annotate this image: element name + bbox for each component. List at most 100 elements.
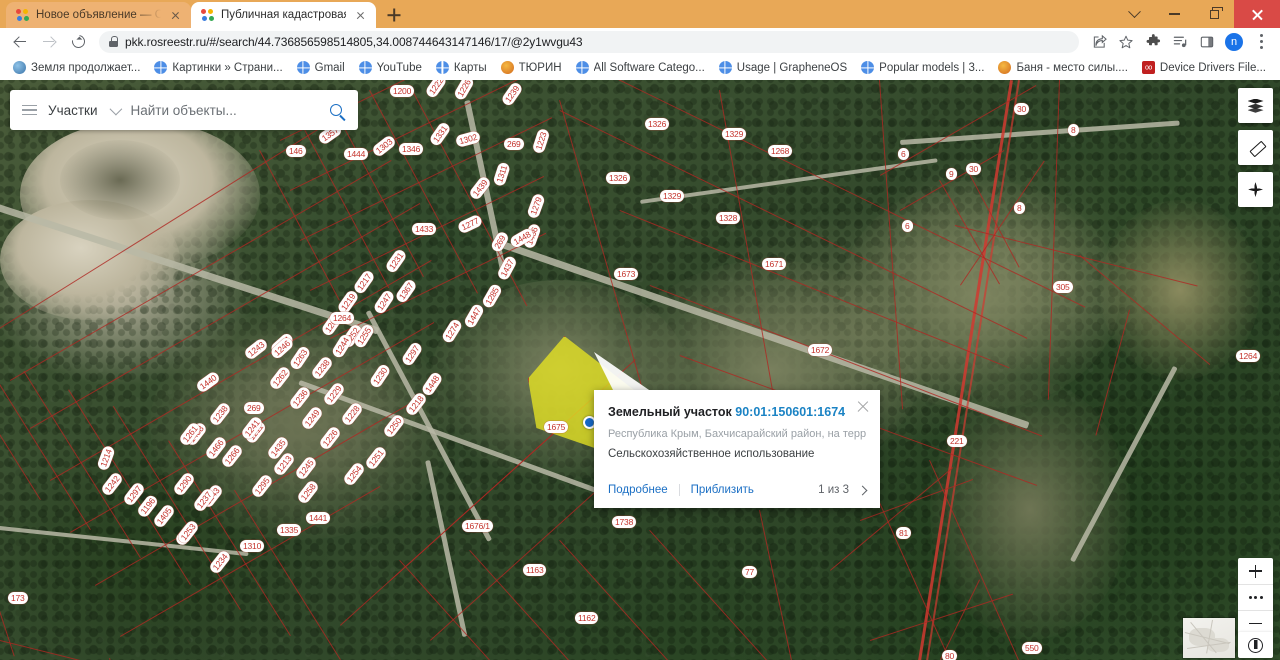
zoom-in-button[interactable] (1238, 558, 1273, 584)
maximize-button[interactable] (1194, 0, 1234, 28)
popup-pagination: 1 из 3 (818, 484, 849, 496)
reload-button[interactable] (64, 30, 92, 54)
parcel-number-label: 1673 (614, 268, 638, 280)
search-icon (330, 104, 342, 116)
tab-close-icon[interactable] (353, 8, 368, 23)
parcel-number-label: 30 (966, 163, 981, 175)
popup-title: Земельный участок 90:01:150601:1674 (608, 404, 866, 420)
three-dot-menu-icon[interactable] (1248, 30, 1274, 54)
popup-leader-line (594, 352, 654, 394)
details-link[interactable]: Подробнее (608, 484, 668, 496)
parcel-number-label: 269 (244, 402, 264, 414)
hamburger-menu-icon[interactable] (10, 105, 44, 116)
bookmark-label: YouTube (377, 62, 422, 74)
parcel-number-label: 81 (896, 527, 911, 539)
earth-favicon-icon (13, 61, 26, 74)
extensions-icon[interactable] (1140, 30, 1166, 54)
minimap-thumbnail[interactable] (1183, 618, 1235, 658)
measure-button[interactable] (1238, 130, 1273, 165)
share-icon[interactable] (1086, 30, 1112, 54)
zoom-to-parcel-link[interactable]: Приблизить (691, 484, 754, 496)
chevron-right-icon[interactable] (858, 485, 868, 495)
bookmark-item[interactable]: Popular models | 3... (854, 58, 991, 77)
profile-avatar[interactable]: n (1221, 30, 1247, 54)
parcel-number-label: 305 (1053, 281, 1073, 293)
bookmark-item[interactable]: Device Drivers File... (1135, 58, 1273, 77)
parcel-number-label: 1444 (344, 148, 368, 160)
parcel-number-label: 1676/1 (462, 520, 493, 532)
map-search-bar[interactable]: Участки (10, 90, 358, 130)
popup-permitted-use: Сельскохозяйственное использование (608, 447, 866, 461)
dots-favicon-icon (16, 9, 29, 22)
tools-button[interactable] (1238, 172, 1273, 207)
footer-divider (679, 484, 680, 496)
parcel-info-popup: Земельный участок 90:01:150601:1674 Респ… (594, 390, 880, 508)
bookmark-item[interactable]: YouTube (352, 58, 429, 77)
close-icon[interactable] (856, 400, 870, 414)
chevron-down-icon[interactable] (109, 102, 122, 115)
globe-favicon-icon (154, 61, 167, 74)
bookmark-item[interactable]: Картинки » Страни... (147, 58, 289, 77)
bookmark-label: Земля продолжает... (31, 62, 140, 74)
parcel-number-label: 30 (1014, 103, 1029, 115)
address-bar[interactable]: pkk.rosreestr.ru/#/search/44.73685659851… (99, 31, 1079, 53)
new-tab-button[interactable] (381, 2, 407, 28)
zoom-levels-button[interactable] (1238, 584, 1273, 610)
bookmark-item[interactable]: Usage | GrapheneOS (712, 58, 854, 77)
parcel-number-label: 1672 (808, 344, 832, 356)
tab-novoe-obyavlenie[interactable]: Новое объявление — Объявле (6, 2, 191, 28)
search-category-label[interactable]: Участки (44, 103, 104, 118)
parcel-number-label: 1329 (722, 128, 746, 140)
parcel-number-label: 1268 (768, 145, 792, 157)
side-panel-icon[interactable] (1194, 30, 1220, 54)
parcel-number-label: 1264 (1236, 350, 1260, 362)
parcel-number-label: 1326 (606, 172, 630, 184)
bookmark-item[interactable]: Баня - место силы.... (991, 58, 1134, 77)
bookmark-star-icon[interactable] (1113, 30, 1139, 54)
bookmark-item[interactable]: Gmail (290, 58, 352, 77)
popup-title-prefix: Земельный участок (608, 405, 732, 419)
layers-button[interactable] (1238, 88, 1273, 123)
avatar-initial: n (1225, 33, 1243, 51)
parcel-number-label: 1675 (544, 421, 568, 433)
parcel-number-label: 221 (947, 435, 967, 447)
search-button[interactable] (314, 104, 358, 116)
globe-favicon-icon (436, 61, 449, 74)
tab-close-icon[interactable] (168, 8, 183, 23)
bookmark-item[interactable]: Земля продолжает... (6, 58, 147, 77)
cadastral-number[interactable]: 90:01:150601:1674 (735, 405, 845, 419)
parcel-number-label: 9 (946, 168, 957, 180)
bookmark-item[interactable]: All Software Catego... (569, 58, 712, 77)
minimize-button[interactable] (1154, 0, 1194, 28)
bookmark-label: ТЮРИН (519, 62, 562, 74)
list-glyph (1173, 34, 1188, 49)
parcel-number-label: 8 (1014, 202, 1025, 214)
tab-title: Публичная кадастровая карта (221, 9, 346, 21)
parcel-number-label: 146 (286, 145, 306, 157)
parcel-number-label: 1346 (399, 143, 423, 155)
compass-button[interactable] (1238, 632, 1273, 658)
close-window-button[interactable] (1234, 0, 1280, 28)
parcel-number-label: 1200 (390, 85, 414, 97)
forward-button[interactable] (35, 30, 63, 54)
bookmark-item[interactable]: smokie what can i d... (1273, 58, 1280, 77)
puzzle-glyph (1146, 34, 1161, 49)
bookmark-label: All Software Catego... (594, 62, 705, 74)
satellite-imagery: 674 (0, 80, 1280, 660)
bookmark-item[interactable]: ТЮРИН (494, 58, 569, 77)
lock-icon (109, 36, 118, 47)
bookmark-item[interactable]: Карты (429, 58, 494, 77)
back-button[interactable] (6, 30, 34, 54)
tab-publichnaya-kadastrovaya-karta[interactable]: Публичная кадастровая карта (191, 2, 376, 28)
bookmark-label: Gmail (315, 62, 345, 74)
parcel-number-label: 6 (898, 148, 909, 160)
browser-window: Новое объявление — Объявле Публичная кад… (0, 0, 1280, 660)
window-controls (1114, 0, 1280, 28)
parcel-number-label: 80 (942, 650, 957, 660)
search-input[interactable] (131, 103, 315, 118)
rosreestr-favicon-icon (201, 9, 214, 22)
tab-search-chevron-icon[interactable] (1114, 0, 1154, 28)
reading-list-icon[interactable] (1167, 30, 1193, 54)
map-canvas[interactable]: 674 120012221226123913261329126830814613… (0, 80, 1280, 660)
panel-glyph (1200, 35, 1214, 49)
